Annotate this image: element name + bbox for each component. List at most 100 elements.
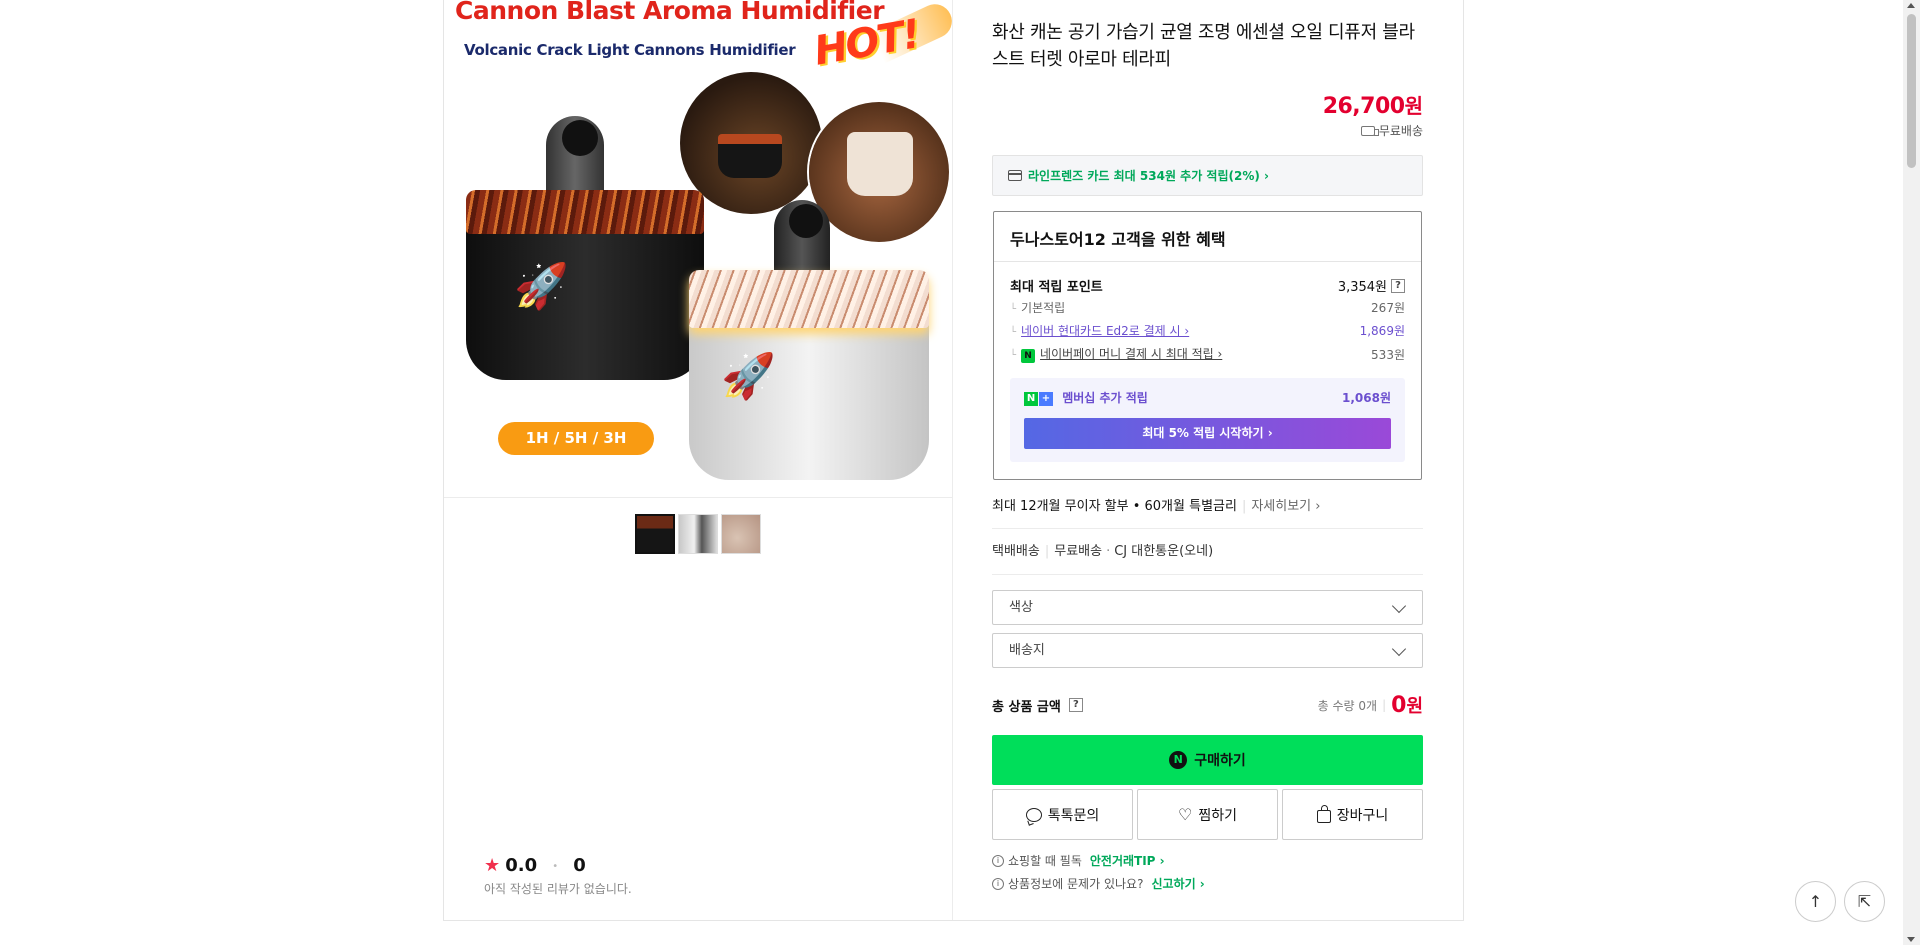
chevron-down-icon (1391, 598, 1407, 614)
membership-label: 멤버십 추가 적립 (1062, 391, 1148, 405)
max-points-row: 최대 적립 포인트 3,354원 ? (1010, 276, 1405, 295)
arrow-up-icon: ↑ (1808, 892, 1823, 911)
thumbnail-strip (635, 514, 761, 554)
points-basic-value: 267원 (1371, 301, 1405, 315)
max-points-value: 3,354원 (1337, 280, 1387, 295)
wish-label: 찜하기 (1198, 807, 1237, 824)
membership-row: N + 멤버십 추가 적립 1,068원 (1024, 389, 1391, 406)
secondary-actions: 톡톡문의 ♡ 찜하기 장바구니 (992, 789, 1423, 840)
report-link[interactable]: 신고하기 › (1151, 875, 1204, 892)
total-help-icon[interactable]: ? (1068, 698, 1083, 712)
heart-icon: ♡ (1178, 805, 1193, 824)
cart-button[interactable]: 장바구니 (1282, 789, 1423, 840)
scroll-top-button[interactable]: ↑ (1795, 881, 1836, 922)
safety-tip-link[interactable]: 안전거래TIP › (1090, 852, 1165, 869)
thumbnail-3[interactable] (721, 514, 761, 554)
benefits-divider (994, 261, 1421, 262)
humidifier-light-graphic: 🚀 (689, 200, 929, 480)
benefits-title: 두나스토어12 고객을 위한 혜택 (1010, 230, 1226, 249)
scroll-up-arrow-icon[interactable] (1907, 3, 1915, 8)
shopping-bag-icon (1316, 804, 1331, 823)
share-button[interactable]: ⇱ (1844, 881, 1885, 922)
review-score: 0.0 (505, 855, 538, 876)
points-card-value: 1,869원 (1359, 324, 1405, 338)
notice-safety: i 쇼핑할 때 필독 안전거래TIP › (992, 852, 1165, 869)
credit-card-icon (1008, 170, 1022, 181)
inset-photo-light (809, 102, 949, 242)
buy-label: 구매하기 (1194, 753, 1246, 769)
membership-value: 1,068원 (1342, 391, 1391, 405)
review-count: 0 (573, 855, 586, 876)
rocket-icon: 🚀 (721, 351, 776, 402)
delivery-carrier: CJ 대한통운(오네) (1114, 544, 1214, 559)
installment-text: 최대 12개월 무이자 할부 • 60개월 특별금리 (992, 499, 1237, 514)
talk-inquiry-button[interactable]: 톡톡문의 (992, 789, 1133, 840)
wishlist-button[interactable]: ♡ 찜하기 (1137, 789, 1278, 840)
membership-plus-icon: N + (1024, 391, 1053, 406)
image-subtitle: Volcanic Crack Light Cannons Humidifier (464, 41, 796, 59)
notice-report-text: 상품정보에 문제가 있나요? (1008, 877, 1144, 891)
scroll-down-arrow-icon[interactable] (1907, 937, 1915, 942)
notice-safety-text: 쇼핑할 때 필독 (1008, 854, 1082, 868)
installment-row: 최대 12개월 무이자 할부 • 60개월 특별금리 | 자세히보기 › (992, 495, 1423, 529)
points-row-card: └ 네이버 현대카드 Ed2로 결제 시 › 1,869원 (1010, 324, 1405, 338)
product-main-image[interactable]: Cannon Blast Aroma Humidifier Volcanic C… (444, 0, 952, 498)
thumbnail-1[interactable] (635, 514, 675, 554)
timer-badge: 1H / 5H / 3H (498, 422, 654, 455)
delivery-type: 택배배송 (992, 544, 1040, 559)
review-summary[interactable]: ★ 0.0 • 0 아직 작성된 리뷰가 없습니다. (484, 855, 632, 897)
share-icon: ⇱ (1857, 892, 1872, 911)
price-value: 26,700 (1322, 94, 1405, 119)
truck-icon (1360, 125, 1379, 136)
frame-divider (952, 0, 953, 920)
info-icon: i (992, 877, 1004, 890)
star-icon: ★ (484, 855, 501, 876)
card-benefit-banner[interactable]: 라인프렌즈 카드 최대 534원 추가 적립(2%) › (992, 155, 1423, 196)
points-row-basic: └ 기본적립 267원 (1010, 301, 1405, 315)
notice-report: i 상품정보에 문제가 있나요? 신고하기 › (992, 875, 1205, 892)
humidifier-dark-graphic: 🚀 (466, 116, 704, 380)
scrollbar[interactable] (1903, 0, 1920, 945)
rocket-icon: 🚀 (514, 261, 569, 312)
points-basic-label: 기본적립 (1021, 301, 1066, 315)
info-icon: i (992, 854, 1004, 867)
naver-n-icon: N (1169, 751, 1188, 769)
cart-label: 장바구니 (1336, 807, 1389, 824)
destination-select-label: 배송지 (1009, 643, 1045, 658)
membership-box: N + 멤버십 추가 적립 1,068원 최대 5% 적립 시작하기 › (1010, 378, 1405, 462)
color-select-label: 색상 (1009, 600, 1033, 615)
help-icon[interactable]: ? (1391, 278, 1405, 293)
card-benefit-text: 라인프렌즈 카드 최대 534원 추가 적립(2%) › (1028, 169, 1269, 183)
shipping-label: 무료배송 (1378, 124, 1423, 138)
price: 26,700원 (1323, 90, 1423, 119)
max-points-label: 최대 적립 포인트 (1010, 280, 1103, 295)
image-title: Cannon Blast Aroma Humidifier (455, 0, 885, 25)
total-amount-unit: 원 (1406, 696, 1423, 717)
total-label: 총 상품 금액 (992, 699, 1061, 715)
total-amount: 0 (1391, 692, 1407, 718)
installment-more-link[interactable]: 자세히보기 › (1251, 499, 1320, 514)
thumbnail-2[interactable] (678, 514, 718, 554)
points-npay-value: 533원 (1371, 347, 1405, 362)
review-separator: • (552, 861, 559, 872)
benefits-box: 두나스토어12 고객을 위한 혜택 최대 적립 포인트 3,354원 ? └ 기본… (993, 211, 1422, 480)
chat-icon (1025, 807, 1042, 822)
membership-start-button[interactable]: 최대 5% 적립 시작하기 › (1024, 418, 1391, 449)
delivery-fee: 무료배송 (1054, 544, 1103, 559)
points-npay-link[interactable]: 네이버페이 머니 결제 시 최대 적립 › (1040, 347, 1222, 361)
color-select[interactable]: 색상 (992, 590, 1423, 625)
destination-select[interactable]: 배송지 (992, 633, 1423, 668)
points-row-npay: └ N 네이버페이 머니 결제 시 최대 적립 › 533원 (1010, 347, 1405, 363)
price-unit: 원 (1404, 94, 1423, 118)
talk-label: 톡톡문의 (1047, 807, 1100, 824)
total-quantity: 총 수량 0개 (1317, 698, 1378, 713)
review-empty-text: 아직 작성된 리뷰가 없습니다. (484, 882, 632, 896)
chevron-down-icon (1391, 641, 1407, 657)
buy-button[interactable]: N 구매하기 (992, 735, 1423, 785)
points-card-link[interactable]: 네이버 현대카드 Ed2로 결제 시 › (1021, 324, 1189, 338)
total-row: 총 상품 금액 ? 총 수량 0개 | 0원 (992, 692, 1423, 718)
scrollbar-thumb[interactable] (1907, 14, 1916, 168)
delivery-row: 택배배송 | 무료배송 · CJ 대한통운(오네) (992, 540, 1423, 575)
npay-icon: N (1021, 349, 1036, 363)
product-title: 화산 캐논 공기 가습기 균열 조명 에센셜 오일 디퓨저 블라스트 터렛 아로… (992, 22, 1415, 70)
